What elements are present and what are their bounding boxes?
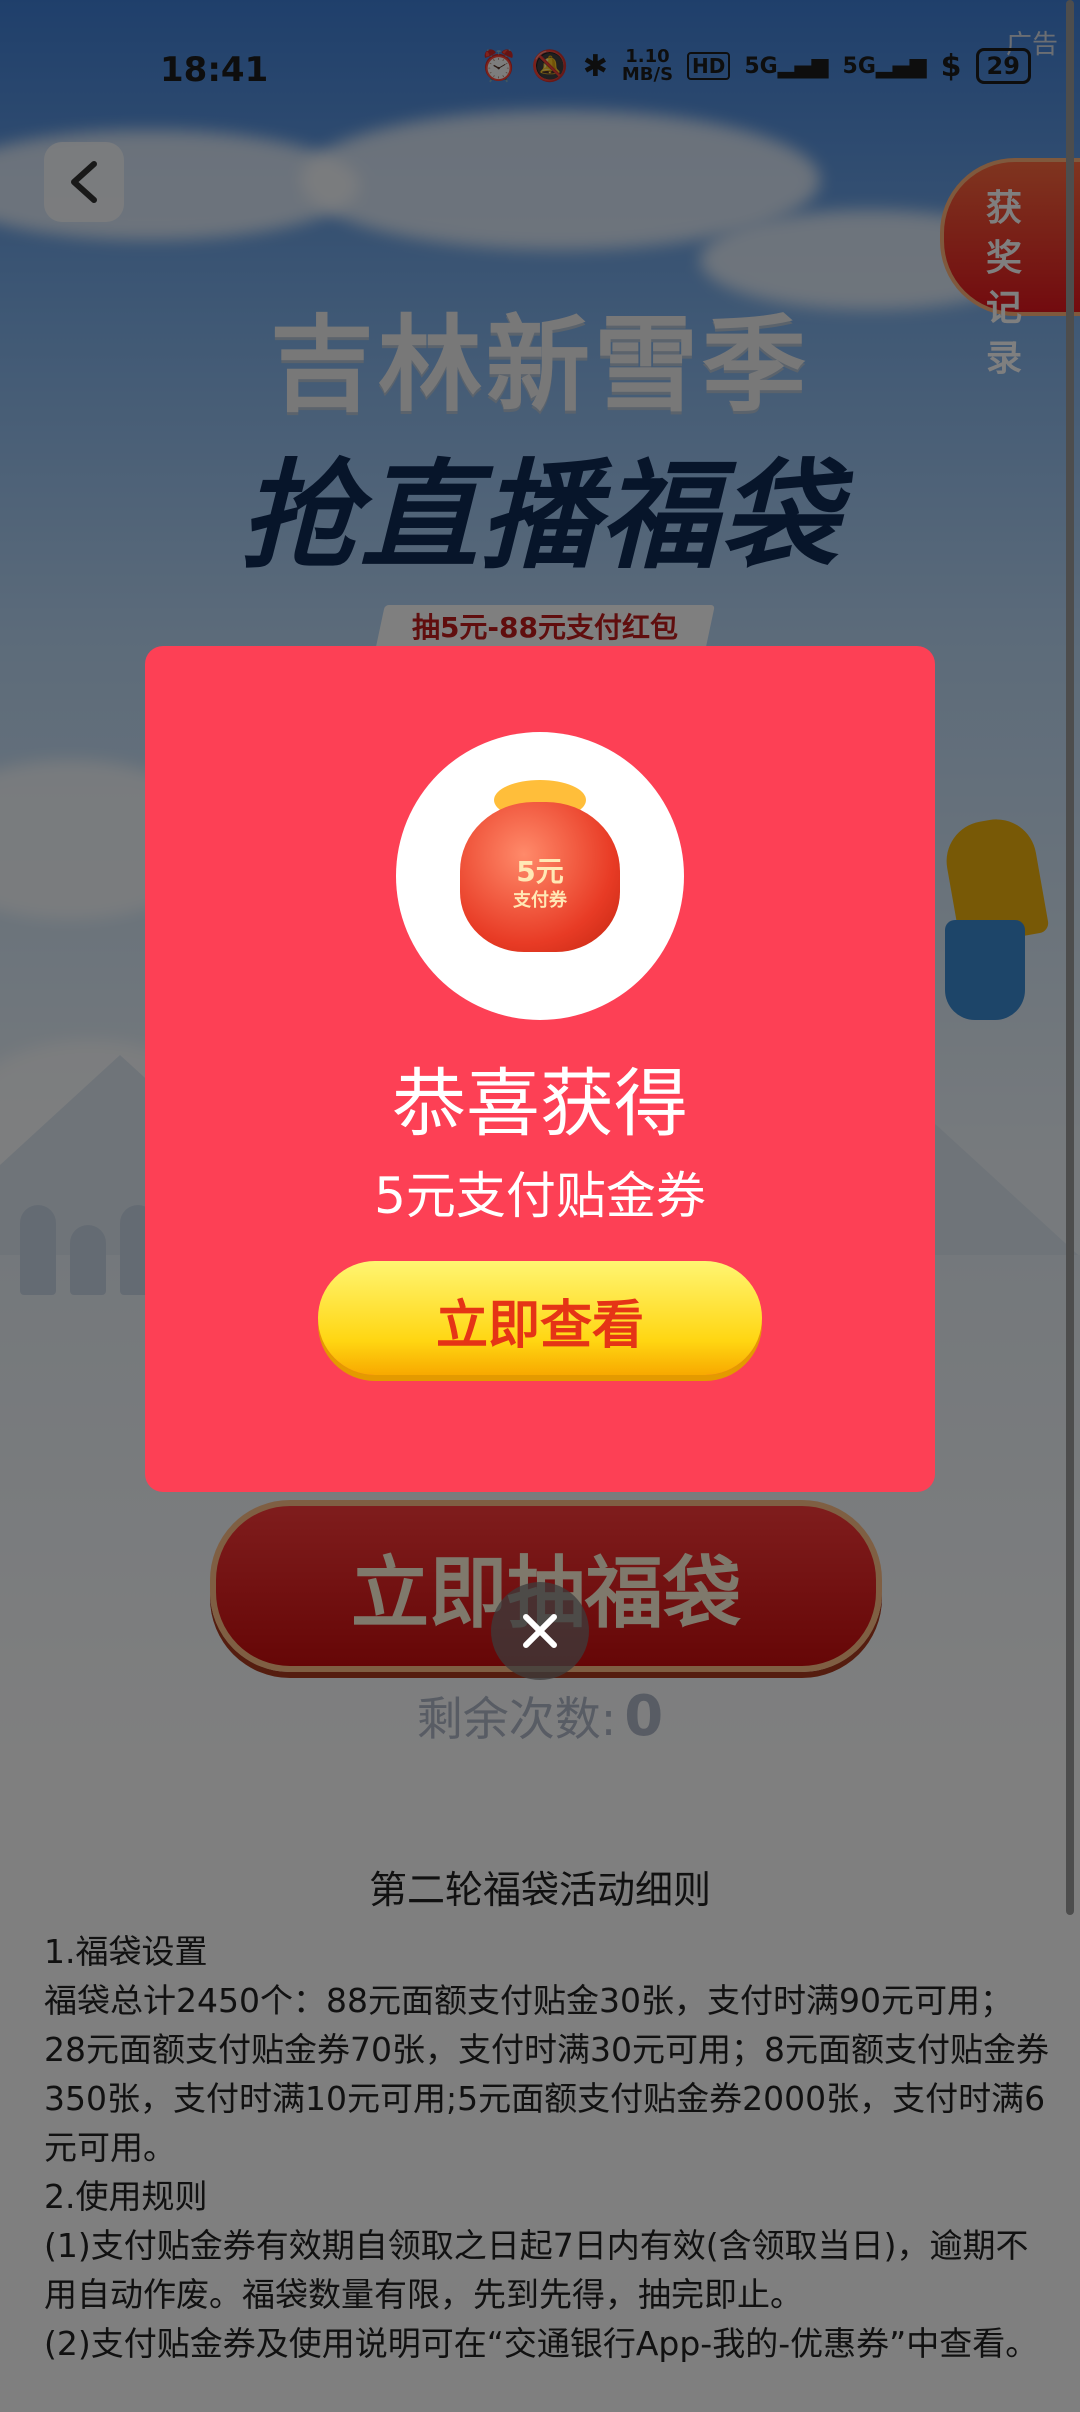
close-modal-button[interactable] xyxy=(491,1582,589,1680)
bag-text: 支付券 xyxy=(513,890,567,911)
close-icon xyxy=(523,1614,557,1648)
view-now-button[interactable]: 立即查看 xyxy=(318,1261,762,1375)
modal-title: 恭喜获得 xyxy=(392,1061,688,1147)
prize-text: 5元支付贴金券 xyxy=(374,1167,706,1225)
bag-value: 5元 xyxy=(516,855,564,888)
view-button-label: 立即查看 xyxy=(435,1296,644,1356)
prize-modal: 5元 支付券 恭喜获得 5元支付贴金券 立即查看 xyxy=(145,646,935,1492)
lucky-bag-circle: 5元 支付券 xyxy=(396,732,684,1020)
lucky-bag-icon: 5元 支付券 xyxy=(460,802,620,952)
